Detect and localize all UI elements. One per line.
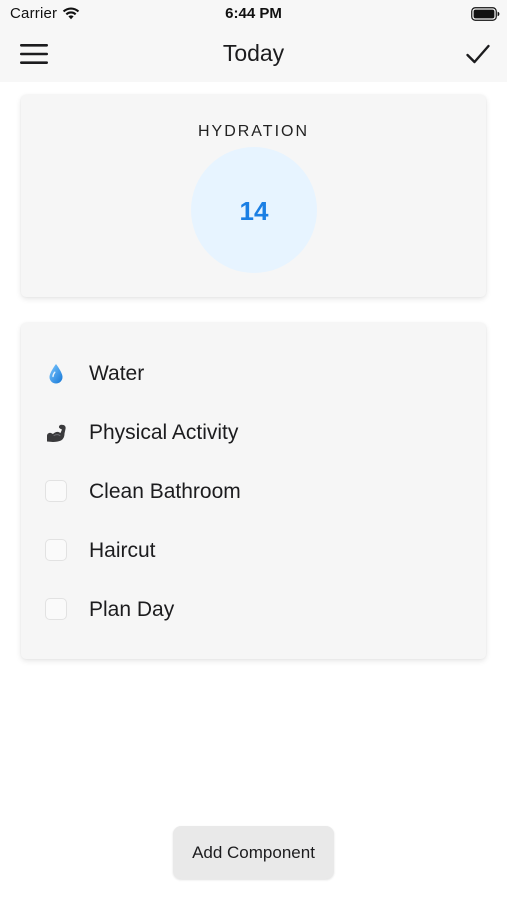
clock: 6:44 PM [225,5,282,22]
task-row-physical-activity[interactable]: Physical Activity [21,413,486,453]
task-label: Haircut [89,539,156,562]
tasks-card: Water Physical Activity Clean Bathroom H… [21,323,486,659]
hydration-value: 14 [239,196,269,226]
flexed-biceps-icon [47,424,66,442]
add-component-button[interactable]: Add Component [173,826,334,879]
checkbox-icon[interactable] [45,480,67,502]
navigation-bar: Today [0,28,507,82]
today-screen: Carrier 6:44 PM Today HYDRATION 14 Water… [0,0,507,900]
task-label: Water [89,362,145,385]
hydration-title: HYDRATION [197,123,310,140]
task-row-clean-bathroom[interactable]: Clean Bathroom [21,472,486,512]
checkbox-icon[interactable] [45,539,67,561]
status-bar: Carrier 6:44 PM [0,0,507,28]
checkmark-icon[interactable] [465,41,491,67]
task-row-plan-day[interactable]: Plan Day [21,590,486,630]
task-label: Plan Day [89,598,175,621]
hydration-counter-circle[interactable]: 14 [191,147,317,273]
page-title: Today [222,40,285,66]
task-row-water[interactable]: Water [21,354,486,394]
water-drop-icon [49,364,63,384]
checkbox-icon[interactable] [45,598,67,620]
task-label: Clean Bathroom [89,480,241,503]
task-label: Physical Activity [89,421,239,444]
hydration-card: HYDRATION 14 [21,95,486,297]
battery-icon [471,7,500,21]
task-row-haircut[interactable]: Haircut [21,531,486,571]
